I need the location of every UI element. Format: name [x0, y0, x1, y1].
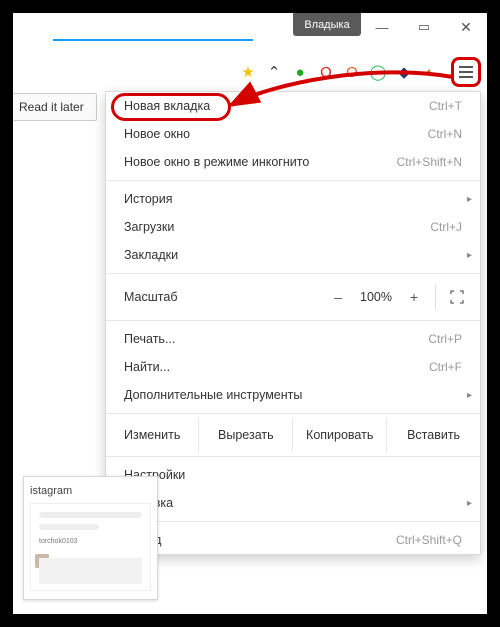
- menu-item-edit: Изменить Вырезать Копировать Вставить: [106, 418, 480, 452]
- menu-shortcut: Ctrl+Shift+N: [397, 155, 462, 169]
- cut-button[interactable]: Вырезать: [198, 418, 292, 452]
- minimize-button[interactable]: —: [361, 13, 403, 41]
- menu-separator: [106, 320, 480, 321]
- menu-item-bookmarks[interactable]: Закладки ▸: [106, 241, 480, 269]
- thumbnail-title: istagram: [30, 483, 151, 503]
- zoom-out-button[interactable]: –: [325, 284, 351, 310]
- extensions-toolbar: ★ ⌃ ● O O ◯ ◆ ◐: [237, 59, 481, 85]
- menu-shortcut: Ctrl+T: [429, 99, 462, 113]
- menu-shortcut: Ctrl+P: [428, 332, 462, 346]
- menu-label: Загрузки: [124, 220, 174, 234]
- menu-item-find[interactable]: Найти... Ctrl+F: [106, 353, 480, 381]
- menu-label: Закладки: [124, 248, 178, 262]
- close-button[interactable]: ✕: [445, 13, 487, 41]
- hamburger-icon: [459, 71, 473, 73]
- menu-separator: [106, 456, 480, 457]
- edit-label: Изменить: [106, 418, 198, 452]
- menu-separator: [106, 180, 480, 181]
- divider: [435, 284, 436, 310]
- chevron-right-icon: ▸: [467, 498, 472, 509]
- menu-item-print[interactable]: Печать... Ctrl+P: [106, 325, 480, 353]
- paste-button[interactable]: Вставить: [386, 418, 480, 452]
- opera-icon[interactable]: O: [315, 61, 337, 83]
- browser-window: Владыка — ▭ ✕ ★ ⌃ ● O O ◯ ◆ ◐ Read it la…: [10, 10, 490, 617]
- menu-label: История: [124, 192, 172, 206]
- menu-item-downloads[interactable]: Загрузки Ctrl+J: [106, 213, 480, 241]
- copy-button[interactable]: Копировать: [292, 418, 386, 452]
- speed-dial-thumbnail[interactable]: istagram torchok0103: [23, 476, 158, 600]
- menu-item-more-tools[interactable]: Дополнительные инструменты ▸: [106, 381, 480, 409]
- menu-item-settings[interactable]: Настройки: [106, 461, 480, 489]
- pocket-icon[interactable]: ⌃: [263, 61, 285, 83]
- chevron-right-icon: ▸: [467, 390, 472, 401]
- menu-shortcut: Ctrl+J: [430, 220, 462, 234]
- main-menu: Новая вкладка Ctrl+T Новое окно Ctrl+N Н…: [105, 91, 481, 555]
- maximize-button[interactable]: ▭: [403, 13, 445, 41]
- menu-item-help[interactable]: Справка ▸: [106, 489, 480, 517]
- thumbnail-username: torchok0103: [39, 538, 78, 545]
- read-it-later-tab[interactable]: Read it later: [11, 93, 97, 121]
- menu-shortcut: Ctrl+Shift+Q: [396, 533, 462, 547]
- zoom-label: Масштаб: [124, 290, 325, 304]
- star-icon[interactable]: ★: [237, 61, 259, 83]
- menu-item-exit[interactable]: Выход Ctrl+Shift+Q: [106, 526, 480, 554]
- menu-separator: [106, 413, 480, 414]
- menu-item-zoom: Масштаб – 100% +: [106, 278, 480, 316]
- evernote-icon[interactable]: ●: [289, 61, 311, 83]
- green-circle-icon[interactable]: ◯: [367, 61, 389, 83]
- menu-shortcut: Ctrl+F: [429, 360, 462, 374]
- menu-item-new-window[interactable]: Новое окно Ctrl+N: [106, 120, 480, 148]
- menu-label: Найти...: [124, 360, 170, 374]
- menu-label: Печать...: [124, 332, 175, 346]
- zoom-in-button[interactable]: +: [401, 284, 427, 310]
- menu-label: Новое окно: [124, 127, 190, 141]
- menu-separator: [106, 521, 480, 522]
- avast-icon[interactable]: ◐: [419, 61, 441, 83]
- menu-separator: [106, 273, 480, 274]
- window-title: Владыка: [293, 13, 361, 36]
- dashlane-icon[interactable]: ◆: [393, 61, 415, 83]
- menu-item-history[interactable]: История ▸: [106, 185, 480, 213]
- window-controls: — ▭ ✕: [361, 13, 487, 41]
- chevron-right-icon: ▸: [467, 250, 472, 261]
- thumbnail-preview: torchok0103: [30, 503, 151, 591]
- menu-shortcut: Ctrl+N: [428, 127, 462, 141]
- menu-item-incognito[interactable]: Новое окно в режиме инкогнито Ctrl+Shift…: [106, 148, 480, 176]
- menu-label: Дополнительные инструменты: [124, 388, 302, 402]
- fullscreen-icon: [450, 290, 464, 304]
- main-menu-button[interactable]: [451, 57, 481, 87]
- zoom-value: 100%: [353, 290, 399, 304]
- menu-item-new-tab[interactable]: Новая вкладка Ctrl+T: [106, 92, 480, 120]
- menu-label: Новое окно в режиме инкогнито: [124, 155, 309, 169]
- fullscreen-button[interactable]: [444, 284, 470, 310]
- menu-label: Новая вкладка: [124, 99, 210, 113]
- origin-icon[interactable]: O: [341, 61, 363, 83]
- chevron-right-icon: ▸: [467, 194, 472, 205]
- active-tab-indicator: [53, 39, 253, 41]
